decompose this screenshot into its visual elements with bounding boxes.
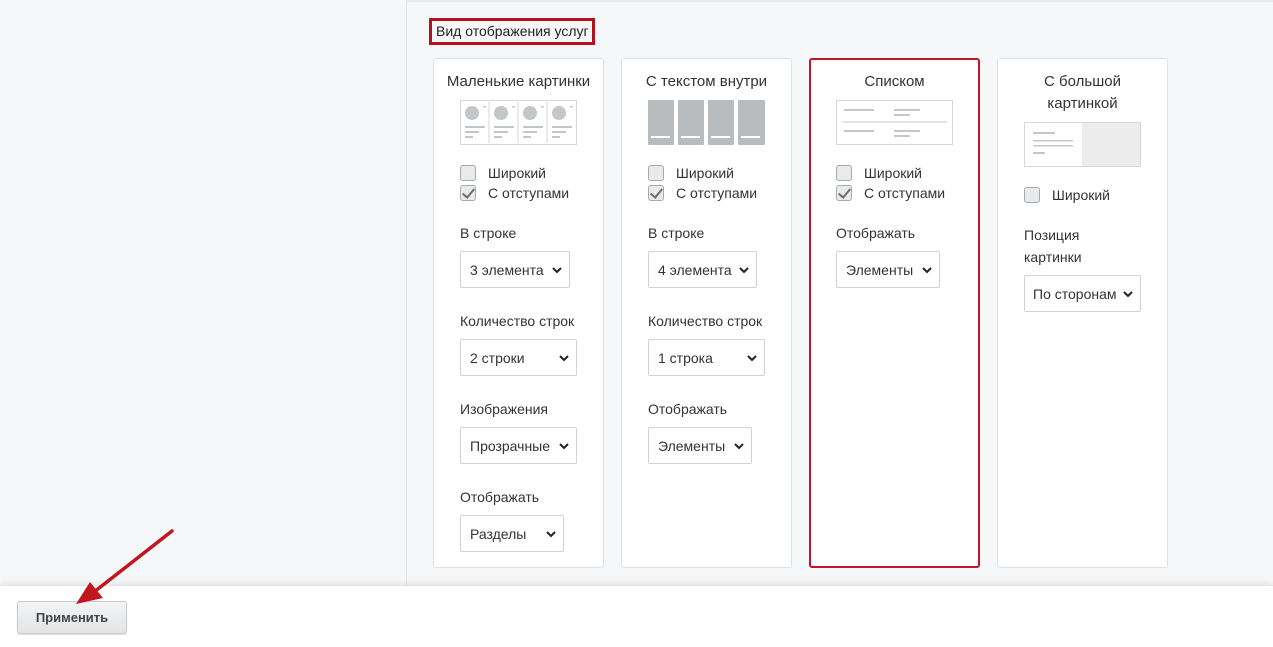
- select-value: 2 строки: [470, 349, 525, 366]
- checkbox-icon[interactable]: [1024, 187, 1040, 203]
- field-label-rows-count: Количество строк: [460, 313, 575, 329]
- select-value: Элементы: [658, 437, 726, 454]
- chevron-down-icon: [559, 442, 569, 449]
- checkbox-label: С отступами: [864, 185, 946, 201]
- chevron-down-icon: [739, 266, 749, 273]
- select-value: По сторонам: [1033, 285, 1116, 302]
- card-small-pictures[interactable]: Маленькие картинки Широкий С отступами В…: [433, 58, 604, 568]
- checkbox-icon[interactable]: [836, 165, 852, 181]
- select-rows-count[interactable]: 1 строка: [648, 339, 765, 376]
- checkbox-wide[interactable]: Широкий: [1024, 185, 1110, 205]
- field-label-display: Отображать: [836, 225, 916, 241]
- checkbox-checked-icon[interactable]: [836, 185, 852, 201]
- checkbox-with-margins[interactable]: С отступами: [836, 183, 945, 203]
- checkbox-wide[interactable]: Широкий: [836, 163, 922, 183]
- top-divider: [406, 0, 1273, 2]
- chevron-down-icon: [1123, 290, 1133, 297]
- chevron-down-icon: [922, 266, 932, 273]
- section-title: Вид отображения услуг: [429, 18, 595, 45]
- card-title: Маленькие картинки: [446, 73, 591, 90]
- big-picture-preview-icon: [1024, 122, 1141, 167]
- small-pictures-preview-icon: [460, 100, 577, 145]
- select-rows-count[interactable]: 2 строки: [460, 339, 577, 376]
- checkbox-label: Широкий: [1052, 187, 1110, 203]
- checkbox-checked-icon[interactable]: [648, 185, 664, 201]
- checkbox-wide[interactable]: Широкий: [648, 163, 734, 183]
- select-per-row[interactable]: 4 элемента: [648, 251, 757, 288]
- field-label-display: Отображать: [460, 489, 540, 505]
- chevron-down-icon: [552, 266, 562, 273]
- select-value: Элементы: [846, 261, 914, 278]
- select-value: Разделы: [470, 525, 527, 542]
- left-empty-area: [0, 0, 406, 585]
- select-images[interactable]: Прозрачные: [460, 427, 577, 464]
- select-per-row[interactable]: 3 элемента: [460, 251, 570, 288]
- card-title: С текстом внутри: [645, 73, 768, 90]
- field-label-per-row: В строке: [460, 225, 517, 241]
- bottom-action-bar: [0, 585, 1273, 647]
- chevron-down-icon: [559, 354, 569, 361]
- field-label-per-row: В строке: [648, 225, 705, 241]
- select-value: 3 элемента: [470, 261, 544, 278]
- text-inside-preview-icon: [648, 100, 765, 145]
- card-title: Списком: [864, 73, 925, 90]
- checkbox-checked-icon[interactable]: [460, 185, 476, 201]
- chevron-down-icon: [747, 354, 757, 361]
- apply-button[interactable]: Применить: [17, 601, 127, 634]
- card-big-picture[interactable]: С большой картинкой Широкий Позиция карт…: [997, 58, 1168, 568]
- chevron-down-icon: [734, 442, 744, 449]
- card-text-inside[interactable]: С текстом внутри Широкий С отступами В с…: [621, 58, 792, 568]
- field-label-rows-count: Количество строк: [648, 313, 763, 329]
- card-title: С большой картинкой: [1044, 73, 1121, 112]
- select-image-position[interactable]: По сторонам: [1024, 275, 1141, 312]
- select-display[interactable]: Элементы: [648, 427, 752, 464]
- checkbox-label: Широкий: [676, 165, 734, 181]
- checkbox-label: Широкий: [488, 165, 546, 181]
- checkbox-with-margins[interactable]: С отступами: [648, 183, 757, 203]
- field-label-image-position: Позиция картинки: [1024, 227, 1082, 265]
- field-label-display: Отображать: [648, 401, 728, 417]
- chevron-down-icon: [546, 530, 556, 537]
- select-display[interactable]: Элементы: [836, 251, 940, 288]
- checkbox-label: Широкий: [864, 165, 922, 181]
- list-preview-icon: [836, 100, 953, 145]
- field-label-images: Изображения: [460, 401, 548, 417]
- checkbox-icon[interactable]: [460, 165, 476, 181]
- checkbox-with-margins[interactable]: С отступами: [460, 183, 569, 203]
- checkbox-wide[interactable]: Широкий: [460, 163, 546, 183]
- checkbox-label: С отступами: [488, 185, 570, 201]
- checkbox-label: С отступами: [676, 185, 758, 201]
- select-display[interactable]: Разделы: [460, 515, 564, 552]
- select-value: Прозрачные: [470, 437, 551, 454]
- select-value: 1 строка: [658, 349, 713, 366]
- select-value: 4 элемента: [658, 261, 732, 278]
- checkbox-icon[interactable]: [648, 165, 664, 181]
- card-list-selected[interactable]: Списком Широкий С отступами Отображать Э…: [809, 58, 980, 568]
